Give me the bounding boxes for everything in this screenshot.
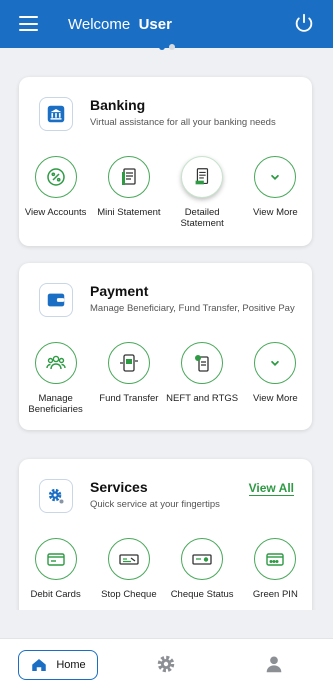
mini-statement-button[interactable]: Mini Statement <box>92 156 165 229</box>
bank-icon <box>39 97 73 131</box>
cheque-status-button[interactable]: Cheque Status <box>166 538 239 600</box>
detailed-statement-button[interactable]: Detailed Statement <box>166 156 239 229</box>
chevron-down-icon <box>254 156 297 198</box>
debit-cards-button[interactable]: Debit Cards <box>19 538 92 600</box>
mini-statement-label: Mini Statement <box>97 207 161 218</box>
manage-beneficiaries-label: Manage Beneficiaries <box>28 393 83 415</box>
banking-title: Banking <box>90 97 146 113</box>
payment-view-more-label: View More <box>253 393 298 404</box>
fund-transfer-label: Fund Transfer <box>99 393 159 404</box>
stop-cheque-button[interactable]: Stop Cheque <box>92 538 165 600</box>
home-label: Home <box>56 659 86 671</box>
services-card: Services Quick service at your fingertip… <box>19 459 312 610</box>
power-icon[interactable] <box>293 12 315 34</box>
cheque-status-label: Cheque Status <box>170 589 234 600</box>
users-icon <box>34 342 77 384</box>
view-all-link[interactable]: View All <box>248 481 294 496</box>
payment-view-more-button[interactable]: View More <box>239 342 312 415</box>
gear-icon <box>39 479 73 513</box>
banking-view-more-label: View More <box>253 207 298 218</box>
statement-icon <box>107 156 150 198</box>
neft-rtgs-button[interactable]: NEFT and RTGS <box>166 342 239 415</box>
services-items: Debit Cards Stop Cheque Cheque Status Gr… <box>19 538 312 600</box>
services-subtitle: Quick service at your fingertips <box>90 499 220 510</box>
cheque-icon <box>107 538 150 580</box>
banking-subtitle: Virtual assistance for all your banking … <box>90 117 276 128</box>
manage-beneficiaries-button[interactable]: Manage Beneficiaries <box>19 342 92 415</box>
user-name: User <box>138 16 172 33</box>
menu-icon[interactable] <box>19 16 38 31</box>
chevron-down-icon <box>254 342 297 384</box>
services-title: Services <box>90 479 148 495</box>
bottom-nav: Home <box>0 638 333 691</box>
view-accounts-button[interactable]: View Accounts <box>19 156 92 229</box>
stop-cheque-label: Stop Cheque <box>101 589 157 600</box>
payment-subtitle: Manage Beneficiary, Fund Transfer, Posit… <box>90 303 295 314</box>
detailed-statement-label: Detailed Statement <box>180 207 224 229</box>
main-content[interactable]: Banking Virtual assistance for all your … <box>0 48 333 610</box>
user-icon[interactable] <box>263 653 285 675</box>
neft-rtgs-label: NEFT and RTGS <box>166 393 239 404</box>
mobile-transfer-icon <box>107 342 150 384</box>
settings-icon[interactable] <box>155 653 177 675</box>
welcome-label: Welcome <box>68 16 131 33</box>
payment-title: Payment <box>90 283 149 299</box>
banking-view-more-button[interactable]: View More <box>239 156 312 229</box>
pin-card-icon <box>254 538 297 580</box>
app-header: Welcome User <box>0 0 333 48</box>
welcome-text: Welcome User <box>68 16 172 33</box>
card-icon <box>34 538 77 580</box>
fund-transfer-button[interactable]: Fund Transfer <box>92 342 165 415</box>
home-icon <box>32 659 47 671</box>
home-tab[interactable]: Home <box>18 650 98 680</box>
percent-icon <box>34 156 77 198</box>
banking-items: View Accounts Mini Statement Detailed St… <box>19 156 312 229</box>
bank-transfer-icon <box>181 342 224 384</box>
green-pin-label: Green PIN <box>252 589 298 600</box>
banking-card: Banking Virtual assistance for all your … <box>19 77 312 246</box>
debit-cards-label: Debit Cards <box>30 589 81 600</box>
green-pin-button[interactable]: Green PIN <box>239 538 312 600</box>
cheque-status-icon <box>181 538 224 580</box>
payment-items: Manage Beneficiaries Fund Transfer NEFT … <box>19 342 312 415</box>
view-accounts-label: View Accounts <box>24 207 87 218</box>
payment-card: Payment Manage Beneficiary, Fund Transfe… <box>19 263 312 430</box>
wallet-icon <box>39 283 73 317</box>
document-icon <box>181 156 224 198</box>
